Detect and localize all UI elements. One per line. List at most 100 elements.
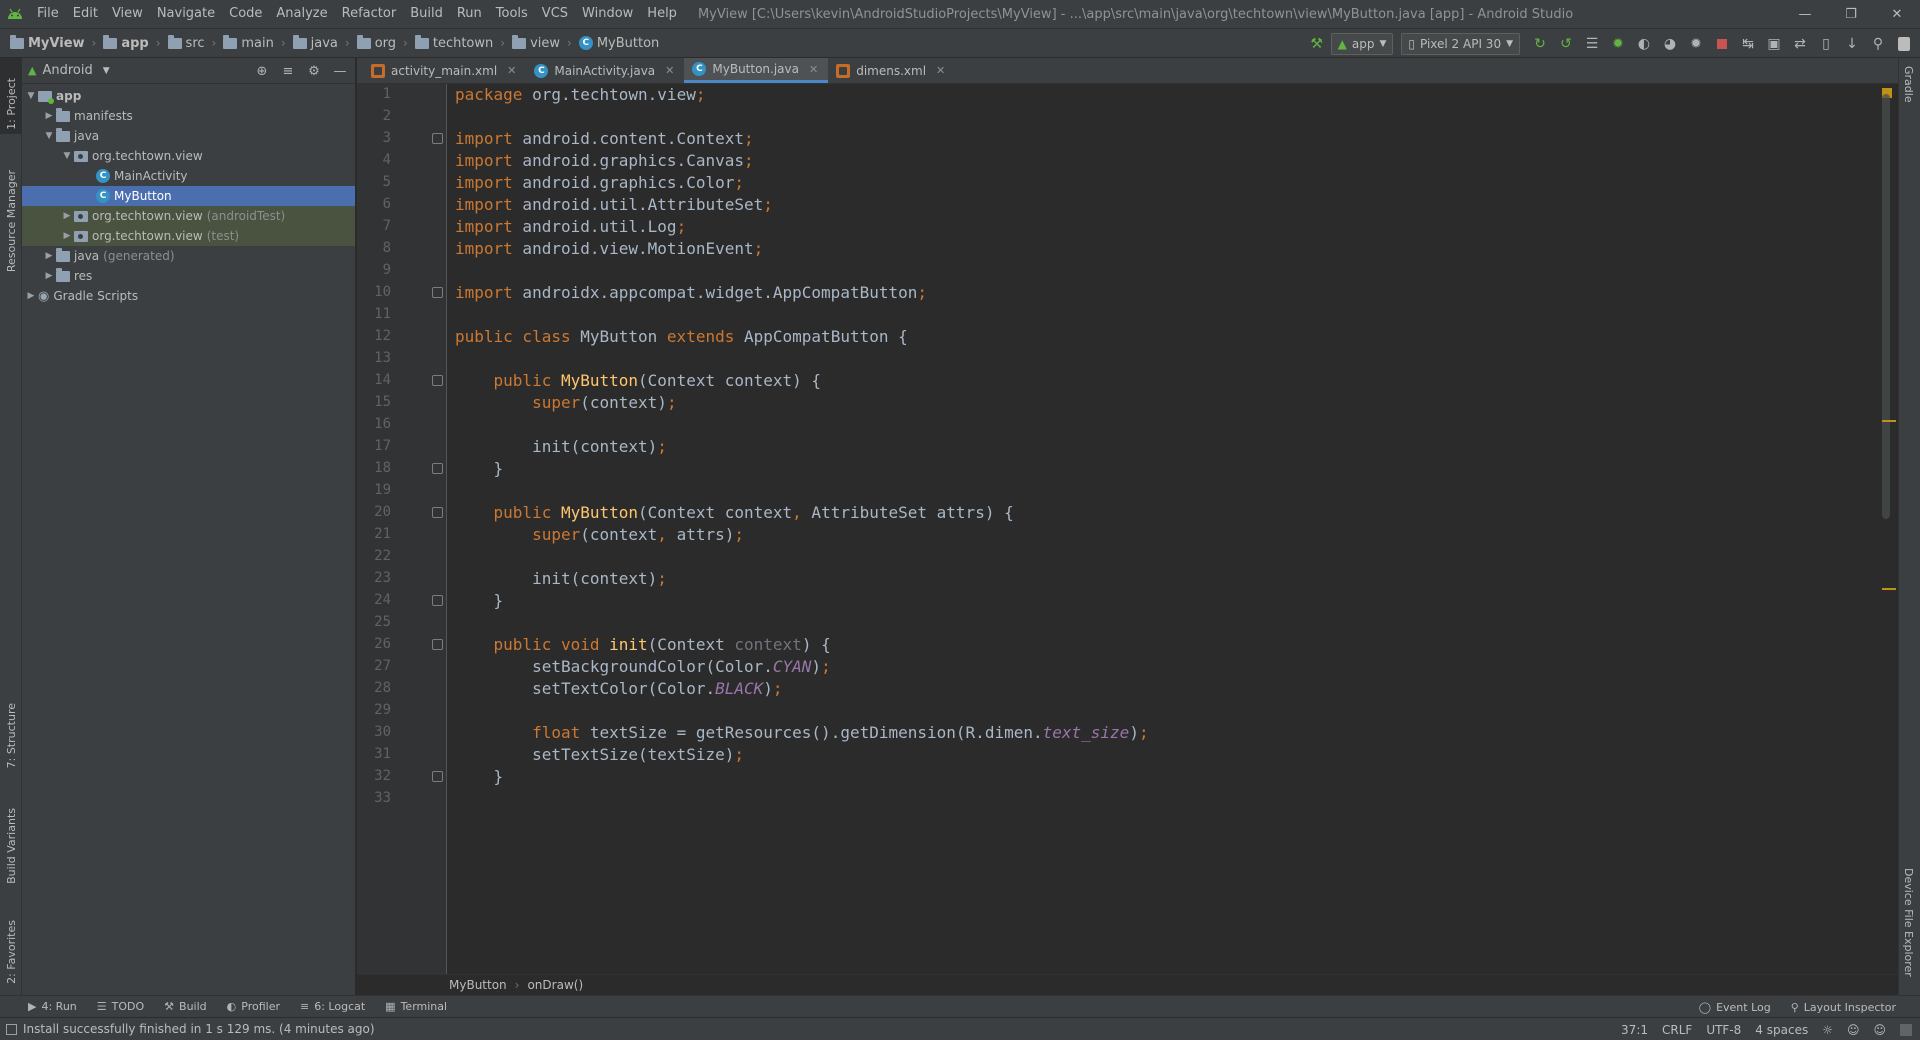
sync-gradle-icon[interactable]: ⇄ (1788, 32, 1812, 56)
code-line[interactable]: super(context, attrs); (455, 521, 744, 548)
avd-manager-icon[interactable]: ▯ (1814, 32, 1838, 56)
breadcrumb-method[interactable]: onDraw() (527, 978, 583, 992)
code-line[interactable]: } (455, 587, 504, 614)
code-line[interactable]: super(context); (455, 389, 677, 416)
code-line[interactable]: import androidx.appcompat.widget.AppComp… (455, 279, 927, 306)
close-tab-icon[interactable]: ✕ (809, 63, 818, 76)
breadcrumb-module[interactable]: app (101, 28, 150, 58)
menu-file[interactable]: File (30, 0, 66, 28)
collapsed-arrow-icon[interactable]: ▶ (42, 111, 56, 121)
sdk-manager-icon[interactable]: ↓ (1840, 32, 1864, 56)
structure-tool-button[interactable]: 7: Structure (0, 690, 22, 772)
lock-icon[interactable]: ☼ (1822, 1023, 1833, 1037)
menu-vcs[interactable]: VCS (535, 0, 575, 28)
locate-file-icon[interactable]: ⊕ (251, 60, 273, 82)
device-select[interactable]: ▯ Pixel 2 API 30 ▼ (1401, 33, 1520, 55)
breadcrumb-src[interactable]: src (166, 28, 207, 58)
code-line[interactable]: } (455, 455, 504, 482)
stop-icon[interactable] (1710, 32, 1734, 56)
tree-node-gradle-scripts[interactable]: ▶ ◉ Gradle Scripts (22, 286, 355, 306)
tree-node-mybutton[interactable]: C MyButton (22, 186, 355, 206)
sync-project-icon[interactable]: ↹ (1736, 32, 1760, 56)
breadcrumb-techtown[interactable]: techtown (413, 28, 495, 58)
tree-node-java[interactable]: ▼ java (22, 126, 355, 146)
collapsed-arrow-icon[interactable]: ▶ (60, 231, 74, 241)
line-number-gutter[interactable]: 1 2 3 4 5 6 7 8 9 10 11 12 13 14 15 16 17 18 19 20 21 22 23 24 2… (357, 84, 447, 974)
gradle-tool-button[interactable]: Gradle (1902, 66, 1915, 106)
expanded-arrow-icon[interactable]: ▼ (24, 91, 38, 101)
menu-build[interactable]: Build (403, 0, 450, 28)
todo-tool-button[interactable]: ☰ TODO (97, 1000, 144, 1013)
feedback-face-icon[interactable]: ☺ (1873, 1023, 1886, 1037)
device-file-explorer-tool-button[interactable]: Device File Explorer (1902, 868, 1915, 980)
collapsed-arrow-icon[interactable]: ▶ (42, 271, 56, 281)
menu-navigate[interactable]: Navigate (150, 0, 222, 28)
menu-window[interactable]: Window (575, 0, 640, 28)
close-tab-icon[interactable]: ✕ (507, 64, 516, 77)
event-log-tool-button[interactable]: ◯ Event Log (1699, 1001, 1771, 1014)
search-icon[interactable]: ⚲ (1866, 32, 1890, 56)
project-tool-button[interactable]: 1: Project (0, 58, 22, 134)
tree-node-package-main[interactable]: ▼ org.techtown.view (22, 146, 355, 166)
attach-debugger-icon[interactable]: ◕ (1658, 32, 1682, 56)
apply-changes-restart-icon[interactable]: ↻ (1528, 32, 1552, 56)
editor-scrollbar[interactable] (1874, 84, 1898, 974)
fold-marker-icon[interactable] (432, 287, 443, 298)
code-line[interactable]: import android.view.MotionEvent; (455, 235, 763, 262)
tree-node-mainactivity[interactable]: C MainActivity (22, 166, 355, 186)
run-configuration-select[interactable]: ▲ app ▼ (1330, 33, 1394, 55)
breadcrumb-main[interactable]: main (221, 28, 275, 58)
tree-node-package-androidtest[interactable]: ▶ org.techtown.view (androidTest) (22, 206, 355, 226)
indent-setting[interactable]: 4 spaces (1755, 1023, 1808, 1037)
menu-edit[interactable]: Edit (66, 0, 105, 28)
logcat-tool-button[interactable]: ≡ 6: Logcat (300, 1000, 365, 1013)
menu-help[interactable]: Help (640, 0, 684, 28)
gear-icon[interactable]: ⚙ (303, 60, 325, 82)
restore-window-button[interactable]: ❐ (1828, 0, 1874, 28)
status-message[interactable]: Install successfully finished in 1 s 129… (23, 1022, 375, 1036)
resource-manager-tool-button[interactable]: Resource Manager (0, 150, 22, 276)
breadcrumb-project[interactable]: MyView (8, 28, 87, 58)
make-project-hammer-icon[interactable]: ⚒ (1305, 32, 1329, 56)
tab-activity-main-xml[interactable]: activity_main.xml ✕ (363, 58, 526, 83)
tree-node-manifests[interactable]: ▶ manifests (22, 106, 355, 126)
project-view-select[interactable]: ▲ Android ▼ (28, 63, 110, 78)
fold-marker-icon[interactable] (432, 595, 443, 606)
profile-icon[interactable]: ◐ (1632, 32, 1656, 56)
tool-window-toggle-icon[interactable] (6, 1023, 17, 1035)
expanded-arrow-icon[interactable]: ▼ (42, 131, 56, 141)
build-tool-button[interactable]: ⚒ Build (164, 1000, 207, 1013)
fold-marker-icon[interactable] (432, 463, 443, 474)
build-variants-tool-button[interactable]: Build Variants (0, 798, 22, 888)
menu-code[interactable]: Code (222, 0, 269, 28)
code-line[interactable]: package org.techtown.view; (455, 84, 705, 108)
memory-indicator-icon[interactable] (1900, 1023, 1912, 1036)
menu-refactor[interactable]: Refactor (335, 0, 404, 28)
profiler-tool-button[interactable]: ◐ Profiler (227, 1000, 280, 1013)
code-line[interactable]: setTextColor(Color.BLACK); (455, 675, 782, 702)
breadcrumb-mybutton[interactable]: C MyButton (577, 28, 661, 58)
minimize-window-button[interactable]: — (1782, 0, 1828, 28)
menu-tools[interactable]: Tools (489, 0, 535, 28)
warning-marker[interactable] (1882, 588, 1896, 590)
tree-node-app[interactable]: ▼ app (22, 86, 355, 106)
tree-node-java-generated[interactable]: ▶ java (generated) (22, 246, 355, 266)
scrollbar-thumb[interactable] (1882, 94, 1890, 519)
debug-attach-icon[interactable]: ✹ (1684, 32, 1708, 56)
close-tab-icon[interactable]: ✕ (936, 64, 945, 77)
debug-icon[interactable]: ✹ (1606, 32, 1630, 56)
fold-marker-icon[interactable] (432, 771, 443, 782)
user-icon[interactable] (1892, 32, 1916, 56)
close-tab-icon[interactable]: ✕ (665, 64, 674, 77)
collapsed-arrow-icon[interactable]: ▶ (60, 211, 74, 221)
breadcrumb-org[interactable]: org (355, 28, 398, 58)
menu-view[interactable]: View (105, 0, 150, 28)
favorites-tool-button[interactable]: 2: Favorites (0, 908, 22, 988)
breadcrumb-class[interactable]: MyButton (449, 978, 507, 992)
tree-node-package-test[interactable]: ▶ org.techtown.view (test) (22, 226, 355, 246)
menu-analyze[interactable]: Analyze (269, 0, 334, 28)
code-editor[interactable]: 1 2 3 4 5 6 7 8 9 10 11 12 13 14 15 16 17 18 19 20 21 22 23 24 2… (357, 84, 1898, 974)
collapse-all-icon[interactable]: ≡ (277, 60, 299, 82)
menu-run[interactable]: Run (450, 0, 489, 28)
warning-marker[interactable] (1882, 420, 1896, 422)
